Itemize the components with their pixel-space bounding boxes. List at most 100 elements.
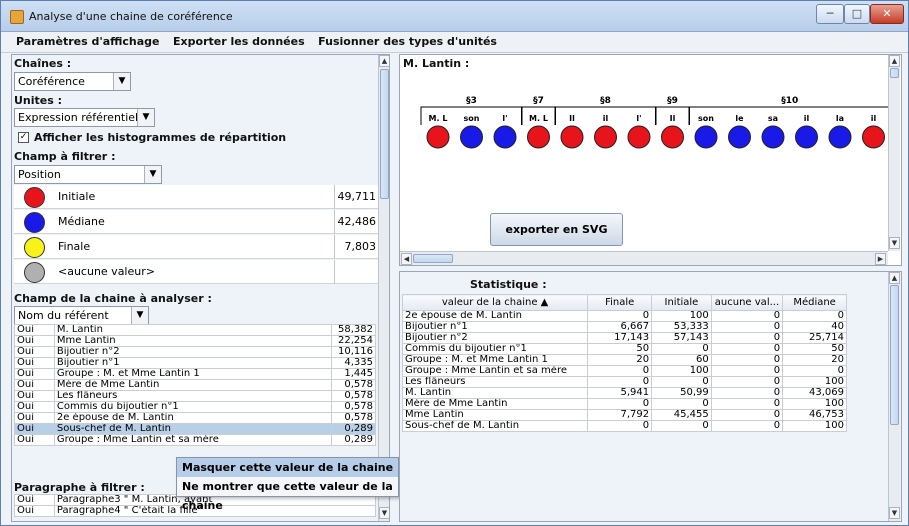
value-name: Sous-chef de M. Lantin — [53, 423, 333, 435]
value-toggle[interactable]: Oui — [14, 346, 55, 358]
mention-label: M. L — [429, 114, 448, 123]
minimize-button[interactable]: ─ — [816, 4, 844, 24]
stat-value-name: Commis du bijoutier n°1 — [401, 343, 589, 355]
table-row[interactable]: Bijoutier n°2 17,143 57,143 0 25,714 — [401, 332, 847, 344]
column-header-finale[interactable]: Finale — [587, 294, 653, 311]
scroll-down-icon[interactable]: ▼ — [889, 237, 900, 249]
value-toggle[interactable]: Oui — [14, 434, 55, 446]
stat-cell: 0 — [587, 398, 653, 410]
value-percent: 4,335 — [331, 357, 376, 369]
table-row[interactable]: Oui Mère de Mme Lantin 0,578 — [14, 379, 376, 391]
mention-circle[interactable] — [661, 125, 684, 149]
table-row[interactable]: Sous-chef de M. Lantin 0 0 0 100 — [401, 420, 847, 432]
value-toggle[interactable]: Oui — [14, 368, 55, 380]
table-row[interactable]: Mère de Mme Lantin 0 0 0 100 — [401, 398, 847, 410]
scroll-thumb[interactable] — [413, 254, 453, 263]
chain-vertical-scrollbar[interactable]: ▲ ▼ — [888, 55, 900, 251]
value-toggle[interactable]: Oui — [14, 335, 55, 347]
scroll-thumb[interactable] — [380, 69, 389, 199]
menu-item-masquer-valeur[interactable]: Masquer cette valeur de la chaine — [177, 458, 398, 477]
column-header-mediane[interactable]: Médiane — [782, 294, 847, 311]
unites-select[interactable]: Expression référentielle ▼ — [14, 108, 155, 127]
menu-exporter-donnees[interactable]: Exporter les données — [168, 32, 310, 51]
table-row[interactable]: Mme Lantin 7,792 45,455 0 46,753 — [401, 409, 847, 421]
table-row[interactable]: Groupe : M. et Mme Lantin 1 20 60 0 20 — [401, 354, 847, 366]
value-toggle[interactable]: Oui — [14, 379, 55, 391]
paragraph-toggle[interactable]: Oui — [14, 494, 55, 506]
scroll-up-icon[interactable]: ▲ — [889, 55, 900, 67]
menu-item-montrer-seulement-valeur[interactable]: Ne montrer que cette valeur de la chaine — [177, 477, 398, 512]
menu-fusionner-types[interactable]: Fusionner des types d'unités — [313, 32, 502, 51]
scroll-up-icon[interactable]: ▲ — [889, 272, 900, 284]
stats-scrollbar[interactable]: ▲ ▼ — [888, 272, 900, 521]
champ-filtrer-select[interactable]: Position ▼ — [14, 165, 162, 184]
close-button[interactable]: ✕ — [870, 4, 904, 24]
table-row[interactable]: Les flâneurs 0 0 0 100 — [401, 376, 847, 388]
paragraph-toggle[interactable]: Oui — [14, 505, 55, 517]
mention-circle[interactable] — [527, 125, 550, 149]
value-toggle[interactable]: Oui — [14, 412, 55, 424]
scroll-left-icon[interactable]: ◀ — [401, 253, 412, 265]
mention-circle[interactable] — [694, 125, 718, 149]
column-header-initiale[interactable]: Initiale — [651, 294, 712, 311]
table-row[interactable]: Oui Bijoutier n°2 10,116 — [14, 346, 376, 358]
legend-row[interactable]: Initiale 49,711 — [14, 185, 378, 209]
scroll-up-icon[interactable]: ▲ — [379, 55, 389, 67]
table-row[interactable]: Oui Groupe : M. et Mme Lantin 1 1,445 — [14, 368, 376, 380]
mention-circle[interactable] — [862, 125, 885, 149]
scroll-down-icon[interactable]: ▼ — [379, 507, 389, 519]
scroll-down-icon[interactable]: ▼ — [889, 507, 900, 519]
export-svg-button[interactable]: exporter en SVG — [490, 213, 623, 246]
mention-circle[interactable] — [627, 125, 651, 149]
mention-circle[interactable] — [426, 125, 450, 149]
legend-row[interactable]: Médiane 42,486 — [14, 210, 378, 234]
value-toggle[interactable]: Oui — [14, 324, 55, 336]
table-row[interactable]: Groupe : Mme Lantin et sa mère 0 100 0 0 — [401, 365, 847, 377]
mention-label: son — [464, 114, 480, 123]
histogram-checkbox[interactable]: ✓ — [18, 132, 29, 143]
mention-label: le — [735, 114, 744, 123]
menu-parametres-affichage[interactable]: Paramètres d'affichage — [11, 32, 165, 51]
table-row[interactable]: Commis du bijoutier n°1 50 0 0 50 — [401, 343, 847, 355]
table-row-selected[interactable]: Oui Sous-chef de M. Lantin 0,289 — [14, 423, 376, 435]
champ-chaine-select[interactable]: Nom du référent ▼ — [14, 306, 149, 325]
legend-label: Médiane — [58, 215, 105, 228]
table-row[interactable]: Oui Mme Lantin 22,254 — [14, 335, 376, 347]
table-row[interactable]: Oui Les flâneurs 0,578 — [14, 390, 376, 402]
value-toggle[interactable]: Oui — [14, 390, 55, 402]
table-row[interactable]: Oui Commis du bijoutier n°1 0,578 — [14, 401, 376, 413]
scroll-thumb[interactable] — [890, 68, 899, 78]
chaines-select[interactable]: Coréférence ▼ — [14, 72, 131, 91]
chain-horizontal-scrollbar[interactable]: ◀ ▶ — [400, 251, 888, 265]
histogram-checkbox-label: Afficher les histogrammes de répartition — [34, 131, 287, 144]
scroll-right-icon[interactable]: ▶ — [875, 253, 886, 265]
mention-circle[interactable] — [828, 125, 852, 149]
table-row[interactable]: Oui Groupe : Mme Lantin et sa mère 0,289 — [14, 434, 376, 446]
table-row[interactable]: Bijoutier n°1 6,667 53,333 0 40 — [401, 321, 847, 333]
legend-row[interactable]: <aucune valeur> — [14, 260, 378, 284]
table-row[interactable]: Oui 2e épouse de M. Lantin 0,578 — [14, 412, 376, 424]
table-row[interactable]: M. Lantin 5,941 50,99 0 43,069 — [401, 387, 847, 399]
value-toggle[interactable]: Oui — [14, 423, 55, 435]
mention-circle[interactable] — [761, 125, 785, 149]
stat-cell: 0 — [782, 365, 847, 377]
mention-circle[interactable] — [594, 125, 617, 149]
value-toggle[interactable]: Oui — [14, 357, 55, 369]
table-row[interactable]: Oui M. Lantin 58,382 — [14, 324, 376, 336]
mention-circle[interactable] — [560, 125, 584, 149]
table-row[interactable]: 2e épouse de M. Lantin 0 100 0 0 — [401, 310, 847, 322]
mention-circle[interactable] — [493, 125, 517, 149]
scroll-thumb[interactable] — [890, 285, 899, 425]
table-row[interactable]: Oui Bijoutier n°1 4,335 — [14, 357, 376, 369]
legend-row[interactable]: Finale 7,803 — [14, 235, 378, 259]
value-toggle[interactable]: Oui — [14, 401, 55, 413]
mention-circle[interactable] — [795, 125, 818, 149]
column-header-valeur[interactable]: valeur de la chaine ▲ — [401, 294, 589, 311]
mention-circle[interactable] — [460, 125, 483, 149]
mention-label: il — [603, 114, 609, 123]
left-panel-scrollbar[interactable]: ▲ ▼ — [378, 55, 389, 521]
column-header-aucune[interactable]: aucune val... — [710, 294, 784, 311]
mention-circle[interactable] — [728, 125, 751, 149]
maximize-button[interactable]: □ — [844, 4, 870, 24]
value-percent: 0,578 — [331, 379, 376, 391]
